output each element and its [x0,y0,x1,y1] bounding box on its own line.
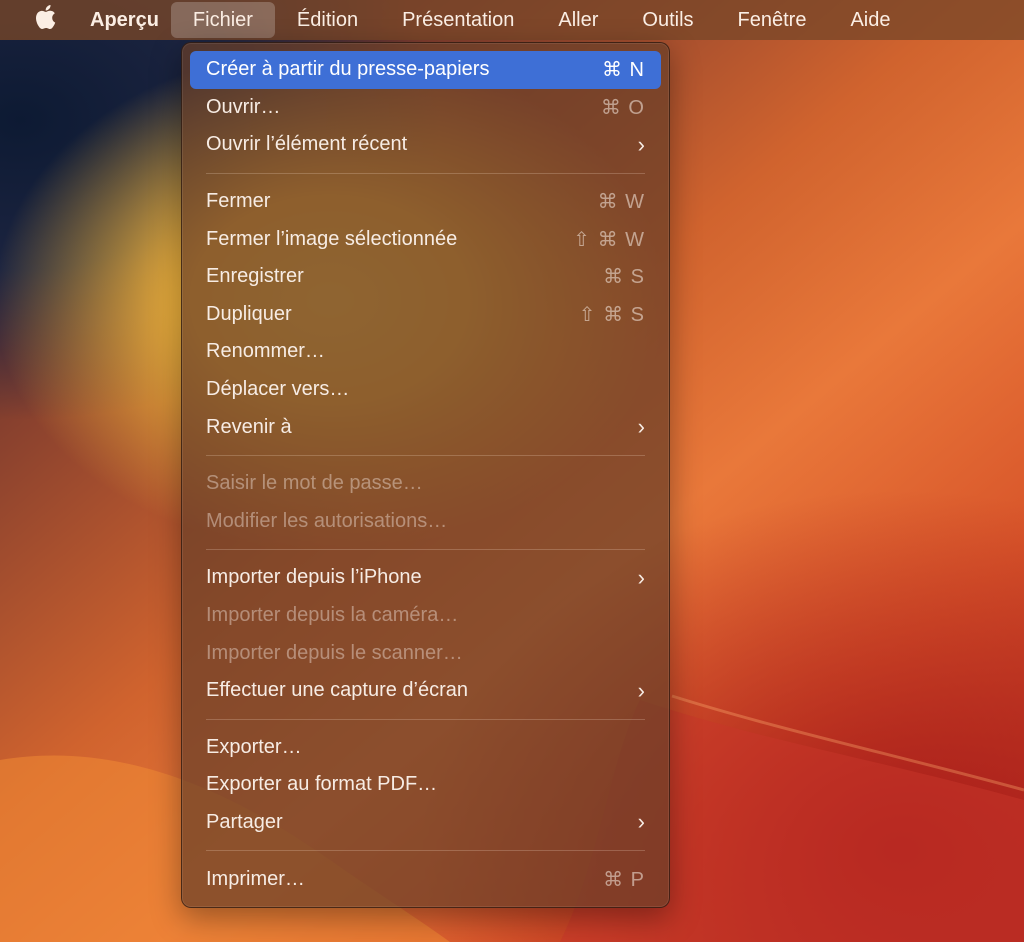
menu-item-fermer[interactable]: Fermer ⌘ W [190,183,661,221]
menu-item-label: Partager [206,810,283,833]
chevron-right-icon: › [637,677,645,703]
menu-item-exporter[interactable]: Exporter… [190,729,661,767]
menu-item-label: Exporter au format PDF… [206,773,438,796]
menu-item-label: Créer à partir du presse-papiers [206,58,490,81]
menu-item-enregistrer[interactable]: Enregistrer ⌘ S [190,258,661,296]
apple-menu[interactable] [16,0,74,40]
menu-item-label: Importer depuis le scanner… [206,641,463,664]
menu-item-label: Fermer [206,190,271,213]
menu-item-label: Modifier les autorisations… [206,509,448,532]
menu-item-partager[interactable]: Partager › [190,804,661,842]
menu-item-importer-camera: Importer depuis la caméra… [190,597,661,635]
menu-item-capture-ecran[interactable]: Effectuer une capture d’écran › [190,672,661,710]
menu-separator [206,710,645,729]
menu-item-label: Importer depuis l’iPhone [206,566,422,589]
menu-item-label: Enregistrer [206,265,304,288]
menu-item-modifier-autorisations: Modifier les autorisations… [190,503,661,541]
menu-separator [206,164,645,183]
menu-item-label: Déplacer vers… [206,378,350,401]
menu-edition[interactable]: Édition [275,0,380,40]
file-dropdown-menu: Créer à partir du presse-papiers ⌘ N Ouv… [181,42,670,908]
menu-item-importer-iphone[interactable]: Importer depuis l’iPhone › [190,559,661,597]
menu-item-label: Fermer l’image sélectionnée [206,227,458,250]
menu-item-revenir-a[interactable]: Revenir à › [190,408,661,446]
menu-item-label: Exporter… [206,735,302,758]
shortcut-label: ⌘ O [600,96,645,119]
menu-item-ouvrir[interactable]: Ouvrir… ⌘ O [190,89,661,127]
shortcut-label: ⌘ P [603,868,645,891]
chevron-right-icon: › [637,131,645,157]
menu-item-fermer-image[interactable]: Fermer l’image sélectionnée ⇧ ⌘ W [190,220,661,258]
chevron-right-icon: › [637,564,645,590]
menu-separator [206,841,645,860]
menu-item-label: Imprimer… [206,867,305,890]
menu-presentation[interactable]: Présentation [380,0,536,40]
menu-item-ouvrir-recent[interactable]: Ouvrir l’élément récent › [190,126,661,164]
menu-item-label: Importer depuis la caméra… [206,604,459,627]
chevron-right-icon: › [637,809,645,835]
menu-fichier[interactable]: Fichier [170,2,275,38]
menu-item-imprimer[interactable]: Imprimer… ⌘ P [190,860,661,898]
menu-item-creer-presse-papiers[interactable]: Créer à partir du presse-papiers ⌘ N [190,51,661,89]
menu-outils[interactable]: Outils [620,0,715,40]
menu-item-label: Effectuer une capture d’écran [206,679,469,702]
chevron-right-icon: › [637,414,645,440]
menu-item-label: Dupliquer [206,302,292,325]
menu-item-label: Ouvrir l’élément récent [206,133,408,156]
menu-item-saisir-mot-de-passe: Saisir le mot de passe… [190,465,661,503]
app-menu-apercu[interactable]: Aperçu [74,0,171,40]
menu-bar: Aperçu Fichier Édition Présentation Alle… [0,0,1024,40]
shortcut-label: ⌘ W [597,191,645,214]
menu-item-label: Renommer… [206,340,325,363]
menu-separator [206,446,645,465]
shortcut-label: ⌘ N [602,59,645,82]
menu-item-dupliquer[interactable]: Dupliquer ⇧ ⌘ S [190,296,661,334]
menu-item-exporter-pdf[interactable]: Exporter au format PDF… [190,766,661,804]
shortcut-label: ⌘ S [603,266,645,289]
menu-item-importer-scanner: Importer depuis le scanner… [190,634,661,672]
menu-item-label: Saisir le mot de passe… [206,472,423,495]
menu-separator [206,540,645,559]
menu-item-renommer[interactable]: Renommer… [190,333,661,371]
apple-logo-icon [34,4,56,36]
menu-item-label: Revenir à [206,415,292,438]
menu-item-label: Ouvrir… [206,95,281,118]
shortcut-label: ⇧ ⌘ S [578,303,645,326]
menu-item-deplacer-vers[interactable]: Déplacer vers… [190,371,661,409]
menu-fenetre[interactable]: Fenêtre [716,0,829,40]
menu-aide[interactable]: Aide [828,0,912,40]
shortcut-label: ⇧ ⌘ W [573,228,645,251]
menu-aller[interactable]: Aller [536,0,620,40]
